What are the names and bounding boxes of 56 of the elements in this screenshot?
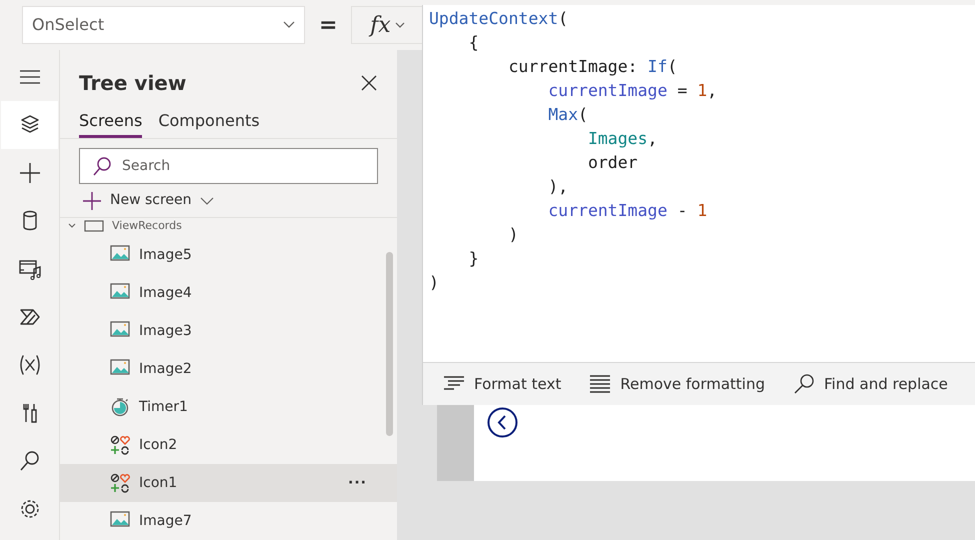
code-line: UpdateContext( bbox=[429, 8, 568, 30]
code-line: ) bbox=[508, 224, 518, 246]
tree-item[interactable]: Image3 bbox=[60, 312, 397, 350]
variables-icon bbox=[18, 354, 40, 376]
code-line: ) bbox=[429, 272, 439, 294]
fx-button[interactable]: fx bbox=[351, 6, 424, 44]
stopwatch-icon bbox=[110, 397, 130, 417]
equals-sign: = bbox=[319, 12, 338, 40]
chevron-down-icon bbox=[394, 22, 405, 28]
code-line: } bbox=[468, 248, 479, 270]
search-field[interactable]: Search bbox=[79, 148, 378, 184]
tree-item[interactable]: Image7 bbox=[60, 502, 397, 540]
code-line: ), bbox=[548, 176, 568, 198]
media-icon bbox=[18, 258, 40, 280]
more-button[interactable]: ··· bbox=[348, 472, 367, 494]
formula-editor[interactable]: UpdateContext( { currentImage: If( currentImage = 1, Max( Images, order ), currentImage - 1 ) } ) Format text Remove formatting Find and replace bbox=[422, 5, 975, 405]
tree-item[interactable]: Image2 bbox=[60, 350, 397, 388]
icon-set-icon bbox=[110, 473, 130, 493]
chevron-left-icon bbox=[487, 407, 518, 438]
panel-tab[interactable]: Components bbox=[158, 109, 260, 138]
tree-item[interactable]: Image4 bbox=[60, 274, 397, 312]
tree-item[interactable]: Image5 bbox=[60, 236, 397, 274]
toolbar-button[interactable]: Remove formatting bbox=[589, 372, 765, 396]
panel-tab[interactable]: Screens bbox=[79, 109, 142, 138]
code-line: currentImage = 1, bbox=[548, 80, 718, 102]
screen-icon bbox=[84, 220, 104, 232]
code-line: currentImage - 1 bbox=[548, 200, 708, 222]
search-icon bbox=[793, 374, 815, 394]
code-line: order bbox=[588, 152, 638, 174]
search-icon bbox=[18, 450, 40, 472]
screen-node[interactable]: ViewRecords bbox=[60, 218, 397, 234]
toolbar-button[interactable]: Format text bbox=[443, 372, 562, 396]
settings-icon bbox=[18, 498, 40, 520]
scrollbar-thumb[interactable] bbox=[386, 252, 393, 436]
plus-icon bbox=[18, 162, 40, 184]
code-line: Images, bbox=[588, 128, 658, 150]
chevron-down-icon bbox=[200, 196, 214, 204]
panel-title: Tree view bbox=[79, 70, 186, 97]
plus-icon bbox=[82, 190, 102, 210]
code-line: Max( bbox=[548, 104, 588, 126]
code-line: currentImage: If( bbox=[508, 56, 678, 78]
close-button[interactable] bbox=[361, 75, 377, 91]
tree-item[interactable]: Icon1 ··· bbox=[60, 464, 397, 502]
layers-rail-button[interactable] bbox=[1, 101, 58, 149]
close-icon bbox=[361, 75, 377, 91]
toolbar-button[interactable]: Find and replace bbox=[793, 372, 948, 396]
chevron-down-icon bbox=[283, 21, 295, 29]
lines-icon bbox=[589, 374, 612, 394]
back-button[interactable] bbox=[487, 407, 518, 438]
code-line: { bbox=[468, 32, 479, 54]
tree-item[interactable]: Timer1 bbox=[60, 388, 397, 426]
property-dropdown[interactable]: OnSelect bbox=[22, 6, 305, 44]
tree-item[interactable]: Icon2 bbox=[60, 426, 397, 464]
icon-set-icon bbox=[110, 435, 130, 455]
new-screen-button[interactable]: New screen bbox=[82, 190, 214, 211]
search-icon bbox=[92, 156, 112, 176]
